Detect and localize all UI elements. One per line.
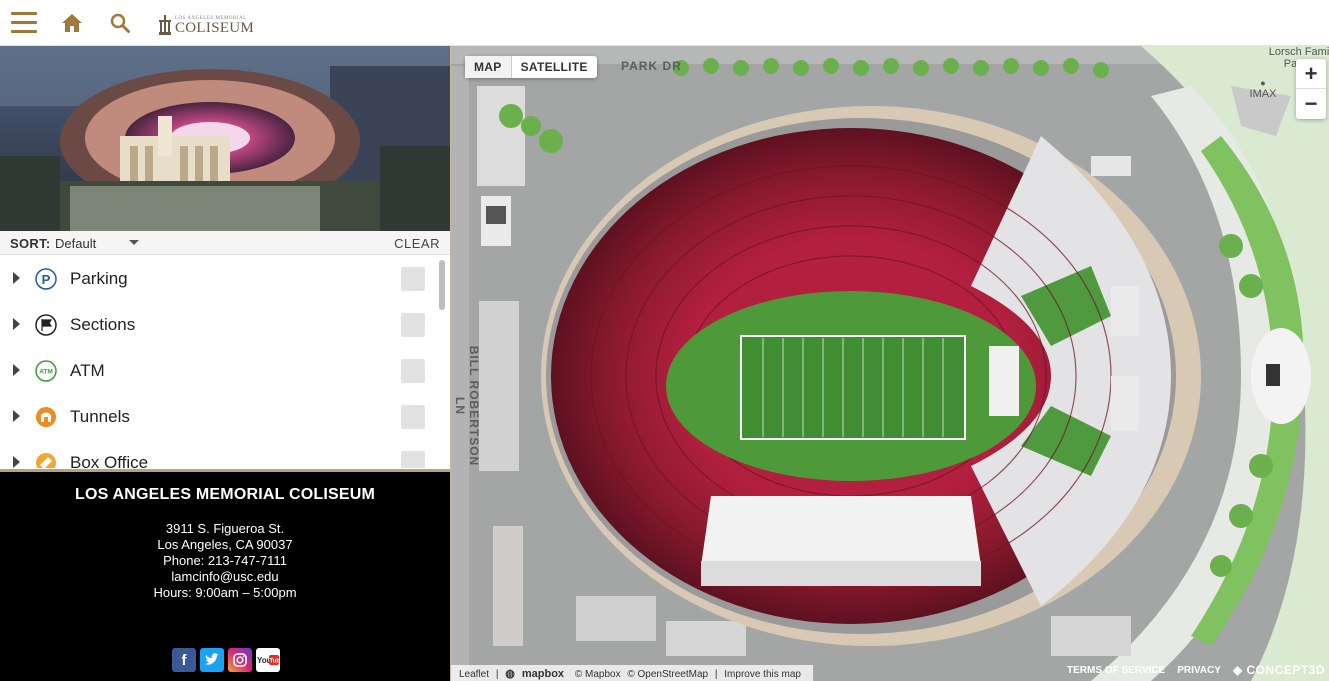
atm-icon: ATM xyxy=(35,360,57,382)
parking-icon: P xyxy=(35,268,57,290)
category-checkbox[interactable] xyxy=(401,267,425,291)
venue-address-line2: Los Angeles, CA 90037 xyxy=(157,537,293,552)
concept3d-icon: ◈ xyxy=(1232,663,1243,677)
terms-link[interactable]: TERMS OF SERVICE xyxy=(1067,665,1165,676)
expand-arrow-icon[interactable] xyxy=(13,456,20,468)
map-view-button[interactable]: MAP xyxy=(465,56,511,78)
left-panel: SORT: Default CLEAR P Parking Sections A… xyxy=(0,46,451,681)
category-label: Sections xyxy=(70,315,136,334)
concept3d-logo[interactable]: ◈ CONCEPT3D xyxy=(1233,663,1325,677)
tunnel-icon xyxy=(36,407,56,427)
svg-text:Tube: Tube xyxy=(270,659,280,665)
improve-map-link[interactable]: Improve this map xyxy=(724,669,801,680)
peristyle-icon xyxy=(159,15,171,35)
category-atm[interactable]: ATM ATM xyxy=(0,348,435,394)
mapbox-logo: ◍ mapbox xyxy=(505,668,565,680)
attribution-separator: | xyxy=(495,669,499,680)
stadium-map[interactable] xyxy=(451,46,1329,681)
category-tunnels[interactable]: Tunnels xyxy=(0,394,435,440)
coliseum-logo[interactable]: LOS ANGELES MEMORIAL COLISEUM xyxy=(158,12,254,36)
svg-text:ATM: ATM xyxy=(39,369,53,376)
sort-label: SORT: xyxy=(10,236,51,251)
scrollbar-thumb[interactable] xyxy=(439,260,445,310)
map-view[interactable]: PARK DR BILL ROBERTSON LN Lorsch Family … xyxy=(451,46,1329,681)
venue-phone: Phone: 213-747-7111 xyxy=(163,553,287,568)
leaflet-link[interactable]: Leaflet xyxy=(459,669,489,680)
satellite-view-button[interactable]: SATELLITE xyxy=(512,56,597,78)
venue-email[interactable]: lamcinfo@usc.edu xyxy=(0,569,450,584)
expand-arrow-icon[interactable] xyxy=(13,318,20,330)
category-checkbox[interactable] xyxy=(401,451,425,468)
category-sections[interactable]: Sections xyxy=(0,302,435,348)
map-type-toggle: MAP SATELLITE xyxy=(465,56,597,78)
expand-arrow-icon[interactable] xyxy=(13,272,20,284)
openstreetmap-link[interactable]: © OpenStreetMap xyxy=(627,669,708,680)
category-checkbox[interactable] xyxy=(401,313,425,337)
category-label: Tunnels xyxy=(70,407,130,426)
home-icon[interactable] xyxy=(61,13,83,33)
expand-arrow-icon[interactable] xyxy=(13,364,20,376)
attribution-separator: | xyxy=(714,669,718,680)
ticket-icon xyxy=(36,453,56,468)
category-label: Parking xyxy=(70,269,128,288)
zoom-in-button[interactable]: + xyxy=(1296,59,1326,89)
map-attribution: Leaflet | ◍ mapbox © Mapbox © OpenStreet… xyxy=(451,665,813,681)
privacy-link[interactable]: PRIVACY xyxy=(1177,665,1221,676)
zoom-controls: + − xyxy=(1296,59,1326,119)
venue-hours: Hours: 9:00am – 5:00pm xyxy=(153,585,297,600)
hamburger-icon[interactable] xyxy=(11,12,37,34)
place-imax[interactable]: ● IMAX xyxy=(1241,78,1285,100)
expand-arrow-icon[interactable] xyxy=(13,410,20,422)
sort-bar: SORT: Default CLEAR xyxy=(0,231,450,255)
category-checkbox[interactable] xyxy=(401,359,425,383)
category-checkbox[interactable] xyxy=(401,405,425,429)
zoom-out-button[interactable]: − xyxy=(1296,89,1326,119)
search-icon[interactable] xyxy=(110,13,130,33)
twitter-icon[interactable] xyxy=(200,648,224,672)
svg-text:P: P xyxy=(42,272,51,287)
map-footer-links: TERMS OF SERVICE PRIVACY ◈ CONCEPT3D xyxy=(1067,663,1325,677)
flag-icon xyxy=(35,314,57,336)
category-label: Box Office xyxy=(70,453,149,468)
social-links: f YouTube xyxy=(172,648,280,672)
youtube-icon[interactable]: YouTube xyxy=(256,648,280,672)
camera-icon: ● xyxy=(1260,78,1266,88)
venue-title: LOS ANGELES MEMORIAL COLISEUM xyxy=(74,486,376,503)
logo-title: COLISEUM xyxy=(175,20,255,36)
top-bar: LOS ANGELES MEMORIAL COLISEUM xyxy=(0,0,1329,46)
clear-button[interactable]: CLEAR xyxy=(394,236,440,251)
street-bill-robertson: BILL ROBERTSON LN xyxy=(453,345,481,467)
instagram-icon[interactable] xyxy=(228,648,252,672)
chevron-down-icon xyxy=(129,240,139,245)
mapbox-logo-icon: ◍ xyxy=(505,668,515,680)
hero-image xyxy=(0,46,450,231)
venue-address-line1: 3911 S. Figueroa St. xyxy=(165,521,285,536)
street-park-dr: PARK DR xyxy=(621,59,682,73)
venue-info-footer: LOS ANGELES MEMORIAL COLISEUM 3911 S. Fi… xyxy=(0,469,450,681)
category-list: P Parking Sections ATM ATM Tunnels Box O… xyxy=(0,256,450,468)
facebook-icon[interactable]: f xyxy=(172,648,196,672)
category-box-office[interactable]: Box Office xyxy=(0,440,435,468)
sort-value: Default xyxy=(55,236,97,251)
category-scrollbar[interactable] xyxy=(437,258,447,468)
category-parking[interactable]: P Parking xyxy=(0,256,435,302)
category-label: ATM xyxy=(70,361,105,380)
mapbox-link[interactable]: © Mapbox xyxy=(575,669,621,680)
